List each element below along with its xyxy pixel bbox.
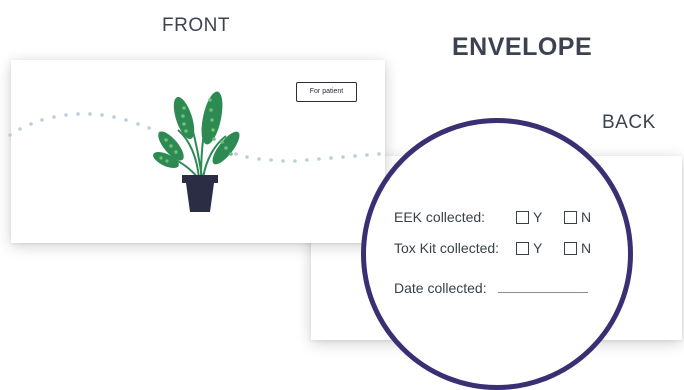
eek-yes-checkbox[interactable] (516, 211, 529, 224)
tox-kit-no-checkbox[interactable] (564, 242, 577, 255)
tox-kit-row: Tox Kit collected: (394, 240, 499, 256)
tox-kit-yes-label: Y (533, 240, 543, 256)
eek-yes-option[interactable]: Y (516, 209, 542, 225)
tox-kit-yes-checkbox[interactable] (516, 242, 529, 255)
eek-no-option[interactable]: N (564, 209, 591, 225)
date-collected-line[interactable] (498, 292, 588, 293)
date-collected-label: Date collected: (394, 280, 487, 296)
tox-kit-yes-option[interactable]: Y (516, 240, 542, 256)
eek-no-label: N (581, 209, 592, 225)
eek-yes-label: Y (533, 209, 543, 225)
eek-label: EEK collected: (394, 209, 486, 225)
tox-kit-no-option[interactable]: N (564, 240, 591, 256)
eek-row: EEK collected: (394, 209, 485, 225)
tox-kit-label: Tox Kit collected: (394, 240, 500, 256)
tox-kit-no-label: N (581, 240, 592, 256)
potted-plant-icon (153, 91, 240, 212)
eek-no-checkbox[interactable] (564, 211, 577, 224)
